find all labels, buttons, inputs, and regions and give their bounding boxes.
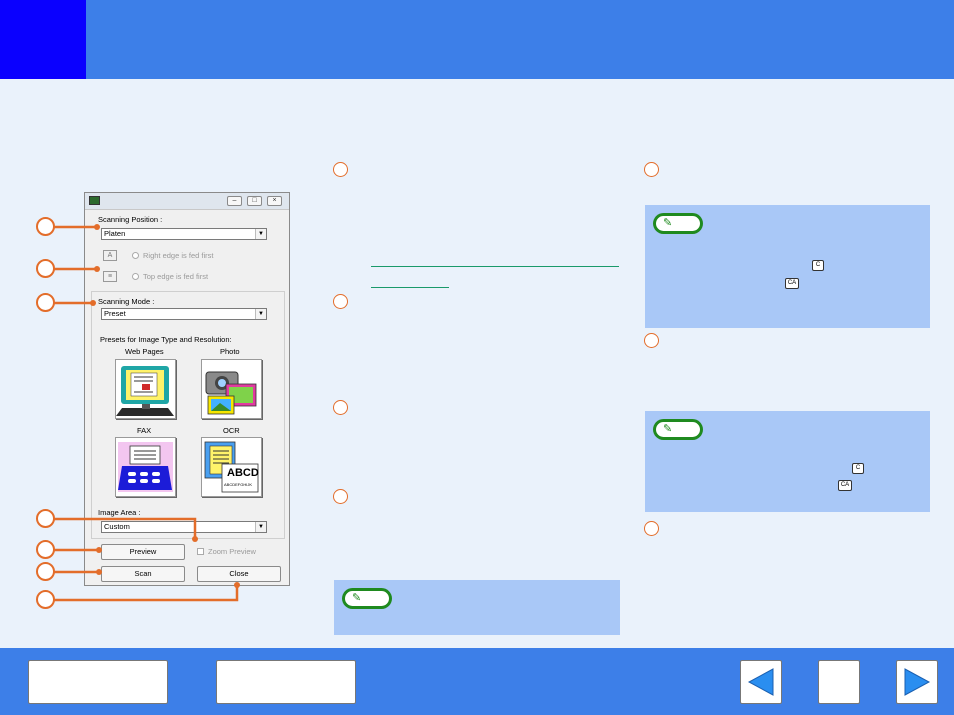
callout-marker-5 (36, 540, 55, 559)
next-page-button[interactable] (896, 660, 938, 704)
callout-marker-7 (36, 590, 55, 609)
arrow-left-icon (747, 668, 774, 696)
previous-page-button[interactable] (740, 660, 782, 704)
callout-marker-4 (36, 509, 55, 528)
step-marker-middle-2 (333, 294, 348, 309)
clear-all-key-icon: CA (785, 278, 799, 289)
pencil-icon: ✎ (663, 423, 673, 435)
note-badge (653, 419, 703, 440)
step-marker-right-3 (644, 521, 659, 536)
step-marker-right-2 (644, 333, 659, 348)
clear-key-icon: C (852, 463, 864, 474)
clear-all-key-icon: CA (838, 480, 852, 491)
footer-bar (0, 648, 954, 715)
link-underline[interactable] (371, 287, 449, 288)
step-marker-middle-1 (333, 162, 348, 177)
note-box-middle: ✎ (334, 580, 620, 635)
callout-marker-2 (36, 259, 55, 278)
contents-button[interactable] (28, 660, 168, 704)
link-underline[interactable] (371, 266, 619, 267)
clear-key-icon: C (812, 260, 824, 271)
step-marker-middle-4 (333, 489, 348, 504)
step-marker-middle-3 (333, 400, 348, 415)
callout-marker-3 (36, 293, 55, 312)
callout-marker-1 (36, 217, 55, 236)
step-marker-right-1 (644, 162, 659, 177)
note-box-right-2: ✎ C CA (645, 411, 930, 512)
pencil-icon: ✎ (663, 217, 673, 229)
note-badge (342, 588, 392, 609)
arrow-right-icon (904, 668, 931, 696)
index-button[interactable] (216, 660, 356, 704)
note-box-right-1: ✎ C CA (645, 205, 930, 328)
callout-marker-6 (36, 562, 55, 581)
note-badge (653, 213, 703, 234)
pencil-icon: ✎ (352, 592, 362, 604)
return-button[interactable] (818, 660, 860, 704)
